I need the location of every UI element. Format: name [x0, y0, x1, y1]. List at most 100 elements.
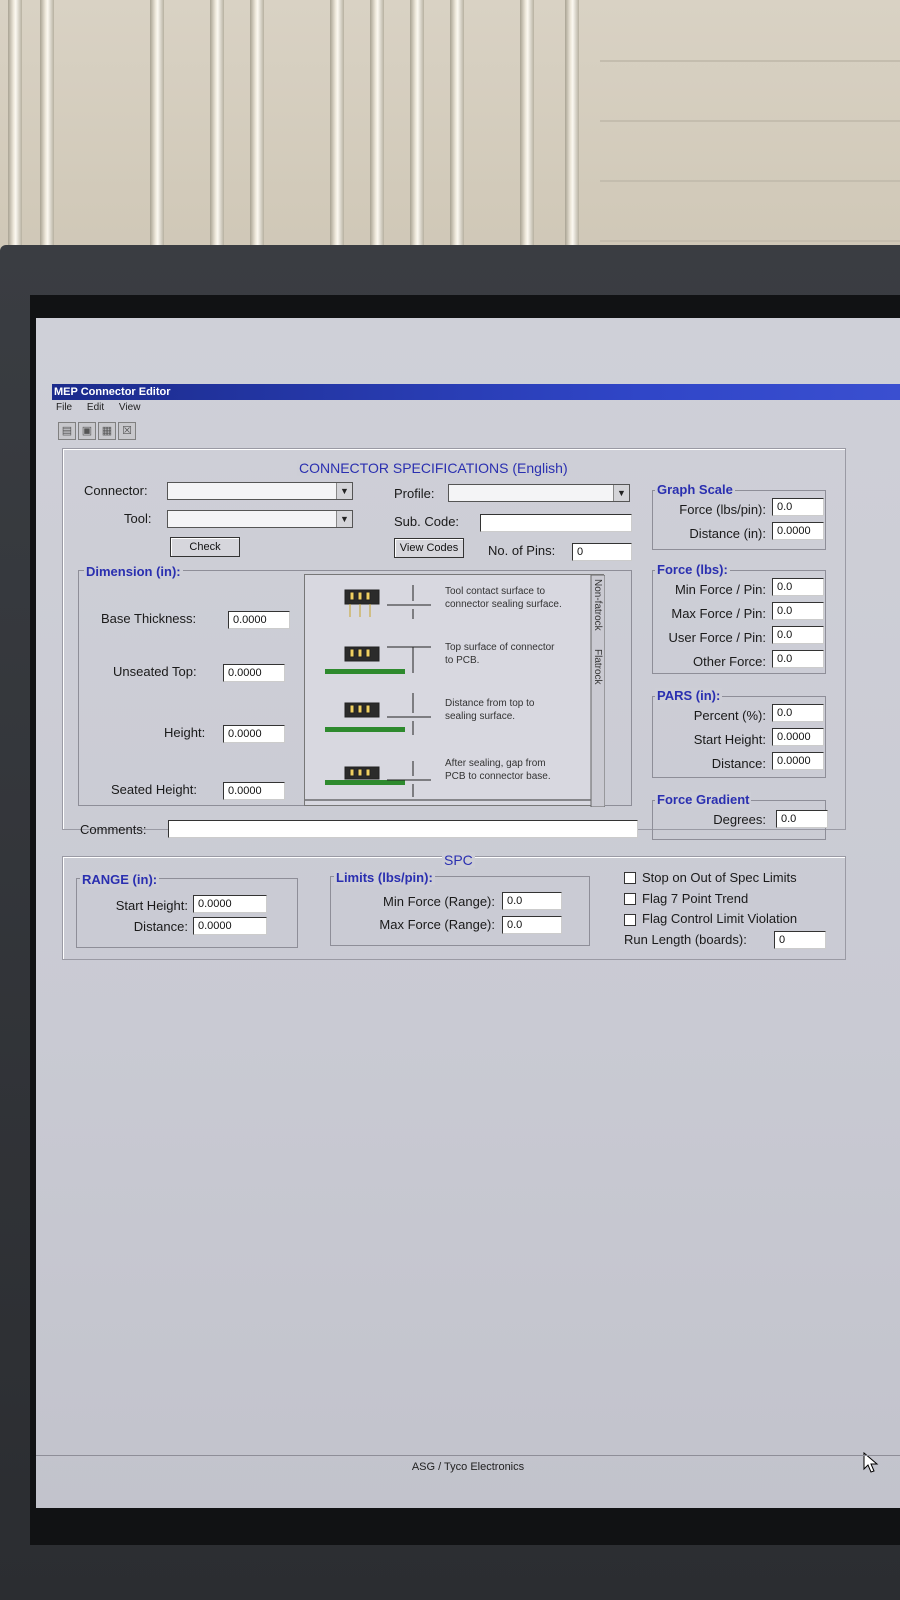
graph-distance-label: Distance (in): [689, 526, 766, 541]
graph-distance-field[interactable]: 0.0000 [772, 522, 824, 540]
desc-line: Distance from top to [445, 698, 535, 709]
diagram-row-seated-height [325, 761, 431, 797]
spec-header: CONNECTOR SPECIFICATIONS (English) [297, 460, 570, 476]
tool-label: Tool: [124, 511, 152, 526]
chevron-down-icon[interactable]: ▼ [613, 485, 629, 501]
unseated-top-label: Unseated Top: [113, 664, 197, 679]
new-icon[interactable]: ▤ [58, 422, 76, 440]
min-force-range-label: Min Force (Range): [383, 894, 495, 909]
desc-seated-height: After sealing, gap from PCB to connector… [445, 757, 551, 783]
background-wall [0, 0, 900, 270]
connector-select[interactable]: ▼ [167, 482, 353, 500]
range-start-height-field[interactable]: 0.0000 [193, 895, 267, 913]
unseated-top-field[interactable]: 0.0000 [223, 664, 285, 682]
desc-unseated-top: Top surface of connector to PCB. [445, 641, 555, 667]
limits-group [330, 876, 590, 946]
run-length-field[interactable]: 0 [774, 931, 826, 949]
pars-percent-field[interactable]: 0.0 [772, 704, 824, 722]
menu-file[interactable]: File [56, 402, 72, 413]
other-force-field[interactable]: 0.0 [772, 650, 824, 668]
pars-start-height-field[interactable]: 0.0000 [772, 728, 824, 746]
graph-force-label: Force (lbs/pin): [679, 502, 766, 517]
pars-percent-label: Percent (%): [693, 708, 766, 723]
base-thickness-field[interactable]: 0.0000 [228, 611, 290, 629]
graph-scale-title: Graph Scale [655, 482, 735, 497]
height-label: Height: [164, 725, 206, 740]
check-button[interactable]: Check [170, 537, 240, 557]
min-force-label: Min Force / Pin: [674, 582, 766, 597]
min-force-range-field[interactable]: 0.0 [502, 892, 562, 910]
close-icon[interactable]: ☒ [118, 422, 136, 440]
range-start-height-label: Start Height: [115, 898, 188, 913]
desc-line: sealing surface. [445, 711, 516, 722]
menu-view[interactable]: View [119, 402, 141, 413]
run-length-label: Run Length (boards): [624, 932, 747, 947]
spc-header: SPC [442, 852, 475, 868]
desc-base-thickness: Tool contact surface to connector sealin… [445, 585, 562, 611]
menu-bar: File Edit View [56, 402, 152, 416]
toolbar: ▤ ▣ ▦ ☒ [58, 421, 138, 440]
max-force-range-label: Max Force (Range): [379, 917, 495, 932]
chevron-down-icon[interactable]: ▼ [336, 511, 352, 527]
tab-non-fatrock[interactable]: Non-fatrock [592, 579, 603, 631]
flag-control-limit-checkbox[interactable] [624, 914, 636, 926]
max-force-label: Max Force / Pin: [671, 606, 766, 621]
seated-height-label: Seated Height: [111, 782, 198, 797]
desc-line: to PCB. [445, 655, 480, 666]
dimension-diagram: Tool contact surface to connector sealin… [304, 574, 605, 807]
status-bar: ASG / Tyco Electronics [36, 1455, 900, 1477]
profile-select[interactable]: ▼ [448, 484, 630, 502]
range-distance-field[interactable]: 0.0000 [193, 917, 267, 935]
desc-line: Tool contact surface to [445, 586, 546, 597]
subcode-label: Sub. Code: [394, 514, 460, 529]
force-gradient-title: Force Gradient [655, 792, 752, 807]
max-force-field[interactable]: 0.0 [772, 602, 824, 620]
flag-7-point-label: Flag 7 Point Trend [642, 891, 749, 906]
range-title: RANGE (in): [80, 872, 160, 887]
tab-flatrock[interactable]: Flatrock [592, 649, 603, 685]
flag-7-point-checkbox[interactable] [624, 893, 636, 905]
max-force-range-field[interactable]: 0.0 [502, 916, 562, 934]
properties-icon[interactable]: ▦ [98, 422, 116, 440]
connector-label: Connector: [84, 483, 148, 498]
min-force-field[interactable]: 0.0 [772, 578, 824, 596]
other-force-label: Other Force: [693, 654, 766, 669]
base-thickness-label: Base Thickness: [101, 611, 197, 626]
pars-start-height-label: Start Height: [693, 732, 766, 747]
user-force-label: User Force / Pin: [668, 630, 766, 645]
desc-line: Top surface of connector [445, 642, 555, 653]
save-icon[interactable]: ▣ [78, 422, 96, 440]
comments-label: Comments: [80, 822, 147, 837]
comments-field[interactable] [168, 820, 638, 838]
degrees-field[interactable]: 0.0 [776, 810, 828, 828]
stop-out-of-spec-checkbox[interactable] [624, 872, 636, 884]
pars-title: PARS (in): [655, 688, 723, 703]
profile-label: Profile: [394, 486, 435, 501]
user-force-field[interactable]: 0.0 [772, 626, 824, 644]
desc-line: PCB to connector base. [445, 771, 551, 782]
dimension-title: Dimension (in): [84, 564, 183, 579]
pars-distance-field[interactable]: 0.0000 [772, 752, 824, 770]
height-field[interactable]: 0.0000 [223, 725, 285, 743]
chevron-down-icon[interactable]: ▼ [336, 483, 352, 499]
window-title-bar[interactable]: MEP Connector Editor [52, 384, 900, 400]
seated-height-field[interactable]: 0.0000 [223, 782, 285, 800]
limits-title: Limits (lbs/pin): [334, 870, 435, 885]
desc-line: connector sealing surface. [445, 599, 562, 610]
tool-select[interactable]: ▼ [167, 510, 353, 528]
flag-control-limit-label: Flag Control Limit Violation [642, 911, 798, 926]
status-text: ASG / Tyco Electronics [411, 1461, 525, 1473]
view-codes-button[interactable]: View Codes [394, 538, 464, 558]
subcode-field[interactable] [480, 514, 632, 532]
desc-height: Distance from top to sealing surface. [445, 697, 534, 723]
pins-field[interactable]: 0 [572, 543, 632, 561]
menu-edit[interactable]: Edit [87, 402, 104, 413]
graph-force-field[interactable]: 0.0 [772, 498, 824, 516]
range-group [76, 878, 298, 948]
pars-distance-label: Distance: [711, 756, 766, 771]
desc-line: After sealing, gap from [445, 758, 546, 769]
force-title: Force (lbs): [655, 562, 730, 577]
stop-out-of-spec-label: Stop on Out of Spec Limits [642, 870, 797, 885]
pins-label: No. of Pins: [488, 543, 556, 558]
diagram-row-base-thickness [344, 585, 431, 619]
